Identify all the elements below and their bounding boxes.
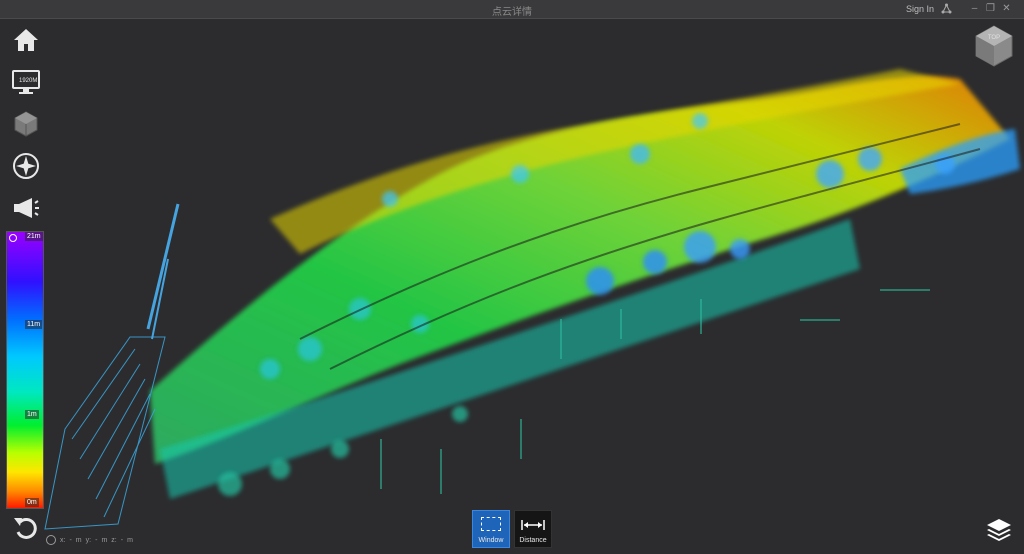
z-label: z:	[111, 536, 117, 544]
sign-in-link[interactable]: Sign In	[906, 4, 934, 14]
title-bar: 点云详情 Sign In – ❐ ✕	[0, 0, 1024, 19]
distance-label: Distance	[519, 537, 547, 544]
window-select-icon	[481, 517, 501, 531]
coordinate-readout: x: - m y: - m z: - m	[46, 535, 133, 545]
home-icon	[14, 29, 38, 51]
window-title: 点云详情	[492, 7, 532, 18]
layers-icon	[987, 519, 1011, 541]
y-value: -	[95, 536, 98, 544]
x-unit: m	[75, 536, 82, 544]
undo-button[interactable]	[10, 512, 42, 544]
window-label: Window	[478, 537, 504, 544]
megaphone-icon	[14, 198, 39, 218]
share-icon[interactable]	[941, 3, 952, 14]
model-button[interactable]	[10, 108, 42, 140]
cube-icon	[14, 111, 38, 137]
close-icon[interactable]: ✕	[1001, 3, 1012, 14]
point-cloud-viewport[interactable]	[0, 19, 1024, 554]
undo-icon	[14, 517, 37, 539]
announce-button[interactable]	[10, 192, 42, 224]
legend-min-label: 0m	[25, 498, 39, 507]
display-label: 1920M	[19, 78, 38, 84]
distance-icon	[521, 520, 545, 530]
minimize-icon[interactable]: –	[969, 3, 980, 14]
view-cube[interactable]: TOP	[972, 24, 1016, 68]
y-unit: m	[101, 536, 108, 544]
legend-mid-label: 11m	[25, 320, 43, 329]
legend-max-label: 21m	[25, 232, 43, 241]
x-value: -	[69, 536, 72, 544]
z-unit: m	[127, 536, 133, 544]
y-label: y:	[85, 536, 92, 544]
layers-button[interactable]	[985, 517, 1013, 543]
z-value: -	[120, 536, 124, 544]
gear-icon[interactable]	[46, 535, 56, 545]
navigation-button[interactable]	[10, 150, 42, 182]
legend-low-label: 1m	[25, 410, 39, 419]
compass-icon	[13, 153, 39, 179]
home-button[interactable]	[10, 24, 42, 56]
building-structure	[44, 203, 180, 530]
distance-measure-button[interactable]: Distance	[514, 510, 552, 548]
view-cube-face-label: TOP	[988, 35, 1000, 41]
elevation-legend: 21m 11m 1m 0m	[6, 231, 44, 509]
window-select-button[interactable]: Window	[472, 510, 510, 548]
x-label: x:	[60, 536, 66, 544]
restore-icon[interactable]: ❐	[985, 3, 996, 14]
legend-pin-icon[interactable]	[9, 234, 17, 242]
